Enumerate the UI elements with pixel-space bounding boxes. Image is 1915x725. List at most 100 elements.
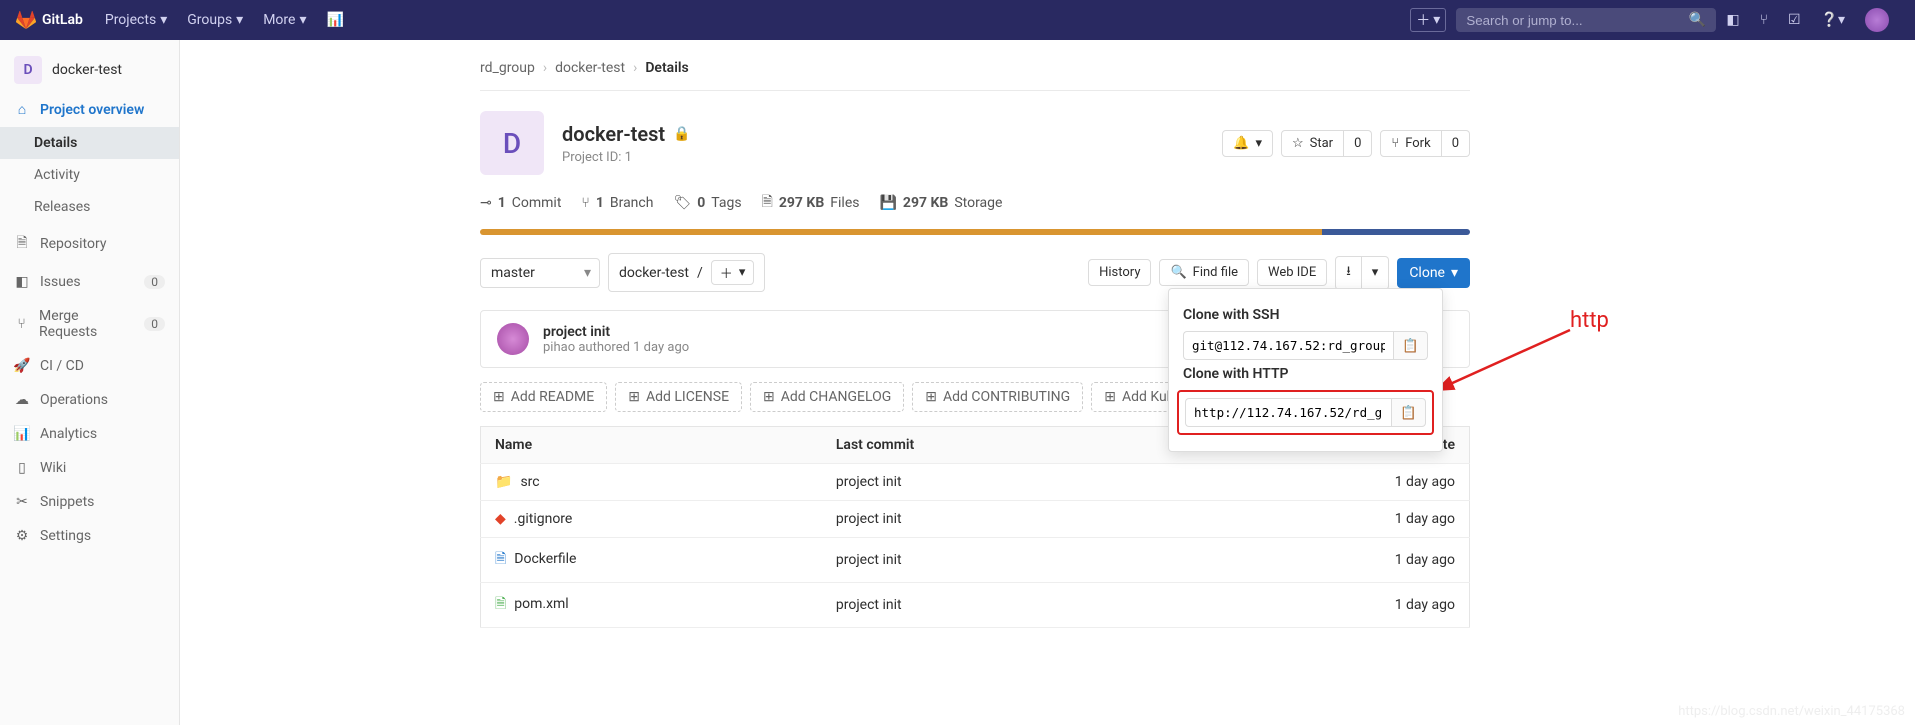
chart-icon: 📊 [14, 426, 30, 442]
fork-icon: ⑂ [1391, 136, 1399, 151]
breadcrumb: rd_group › docker-test › Details [480, 54, 1470, 91]
chevron-down-icon: ▾ [299, 12, 306, 28]
history-button[interactable]: History [1088, 259, 1151, 286]
web-ide-button[interactable]: Web IDE [1257, 259, 1327, 286]
scissors-icon: ✂ [14, 494, 30, 510]
file-name[interactable]: .gitignore [514, 511, 573, 527]
sidebar-item-issues[interactable]: ◧Issues0 [0, 265, 179, 299]
stat-files[interactable]: 🗎297 KBFiles [762, 191, 860, 215]
sidebar-item-cicd[interactable]: 🚀CI / CD [0, 349, 179, 383]
files-table: Name Last commit Last update 📁srcproject… [480, 426, 1470, 628]
copy-ssh-button[interactable]: 📋 [1393, 331, 1428, 360]
add-to-tree-button[interactable]: ＋ ▾ [711, 260, 755, 285]
table-row[interactable]: 📁srcproject init1 day ago [481, 464, 1470, 501]
table-row[interactable]: 🗎Dockerfileproject init1 day ago [481, 538, 1470, 583]
search-icon: 🔍 [1689, 12, 1706, 28]
clone-button[interactable]: Clone ▾ [1397, 258, 1470, 288]
issues-shortcut[interactable]: ◧ [1716, 0, 1749, 40]
sidebar-item-overview[interactable]: ⌂Project overview [0, 92, 179, 127]
col-name: Name [481, 427, 822, 464]
find-file-button[interactable]: 🔍Find file [1159, 259, 1249, 286]
sidebar-sub-releases[interactable]: Releases [0, 191, 179, 223]
branch-select[interactable]: master [480, 258, 600, 288]
file-commit[interactable]: project init [822, 464, 1152, 501]
issues-count: 0 [144, 275, 165, 289]
user-menu[interactable] [1855, 0, 1899, 40]
add-contributing[interactable]: ⊞Add CONTRIBUTING [912, 382, 1083, 412]
sidebar-project-header[interactable]: D docker-test [0, 48, 179, 92]
merge-icon: ⑂ [1760, 12, 1768, 28]
notifications-button[interactable]: 🔔▾ [1222, 130, 1273, 157]
sidebar-sub-details[interactable]: Details [0, 127, 179, 159]
annotation-label: http [1570, 308, 1609, 333]
project-stats: ⊸1Commit ⑂1Branch 🏷0Tags 🗎297 KBFiles 💾2… [480, 191, 1470, 229]
copy-http-button[interactable]: 📋 [1391, 398, 1426, 427]
global-search[interactable]: 🔍 [1456, 8, 1716, 32]
stat-tags[interactable]: 🏷0Tags [673, 195, 741, 211]
download-menu[interactable]: ▾ [1362, 256, 1390, 290]
project-badge: D [14, 56, 42, 84]
download-button[interactable]: ⭳ [1335, 256, 1362, 290]
project-name: docker-test [52, 62, 122, 78]
file-commit[interactable]: project init [822, 538, 1152, 583]
mrs-shortcut[interactable]: ⑂ [1750, 0, 1778, 40]
plus-icon: ＋ [720, 263, 733, 282]
file-commit[interactable]: project init [822, 583, 1152, 628]
commit-title[interactable]: project init [543, 324, 689, 340]
content-area: rd_group › docker-test › Details D docke… [180, 40, 1915, 725]
file-type-icon: ◆ [495, 511, 506, 527]
todos-shortcut[interactable]: ☑ [1778, 0, 1811, 40]
sidebar-item-mrs[interactable]: ⑂Merge Requests0 [0, 299, 179, 349]
nav-more[interactable]: More ▾ [253, 0, 316, 40]
gitlab-logo[interactable]: GitLab [16, 10, 83, 30]
nav-milestones[interactable]: 📊 [316, 0, 353, 40]
new-menu[interactable]: ＋▾ [1400, 0, 1456, 40]
stat-storage[interactable]: 💾297 KBStorage [879, 195, 1002, 211]
fork-count[interactable]: 0 [1442, 130, 1470, 157]
search-input[interactable] [1466, 13, 1689, 28]
stat-commits[interactable]: ⊸1Commit [480, 195, 561, 211]
clone-dropdown: Clone with SSH 📋 Clone with HTTP 📋 [1168, 288, 1443, 452]
table-row[interactable]: 🗎pom.xmlproject init1 day ago [481, 583, 1470, 628]
copy-icon: 📋 [1402, 338, 1419, 353]
sidebar-item-settings[interactable]: ⚙Settings [0, 519, 179, 553]
star-count[interactable]: 0 [1344, 130, 1372, 157]
nav-groups[interactable]: Groups ▾ [177, 0, 253, 40]
file-name[interactable]: pom.xml [514, 596, 568, 612]
help-menu[interactable]: ❔▾ [1811, 0, 1855, 40]
chevron-down-icon: ▾ [1433, 12, 1440, 28]
nav-projects[interactable]: Projects ▾ [95, 0, 177, 40]
stat-branches[interactable]: ⑂1Branch [581, 195, 653, 211]
sidebar-sub-activity[interactable]: Activity [0, 159, 179, 191]
sidebar-item-repository[interactable]: 🗎Repository [0, 223, 179, 265]
sidebar-item-operations[interactable]: ☁Operations [0, 383, 179, 417]
file-commit[interactable]: project init [822, 501, 1152, 538]
clone-http-input[interactable] [1185, 398, 1391, 427]
path-project[interactable]: docker-test [619, 265, 689, 281]
breadcrumb-group[interactable]: rd_group [480, 60, 535, 76]
file-name[interactable]: src [520, 474, 539, 490]
table-row[interactable]: ◆.gitignoreproject init1 day ago [481, 501, 1470, 538]
add-license[interactable]: ⊞Add LICENSE [615, 382, 742, 412]
help-icon: ❔ [1821, 12, 1838, 28]
branch-icon: ⑂ [581, 195, 589, 211]
file-update: 1 day ago [1152, 583, 1470, 628]
commit-icon: ⊸ [480, 195, 492, 211]
chevron-down-icon: ▾ [1838, 12, 1845, 28]
sidebar-item-analytics[interactable]: 📊Analytics [0, 417, 179, 451]
chevron-right-icon: › [543, 60, 547, 76]
issues-icon: ◧ [1726, 12, 1739, 28]
tag-icon: 🏷 [673, 195, 691, 211]
file-name[interactable]: Dockerfile [514, 551, 576, 567]
sidebar-item-wiki[interactable]: ▯Wiki [0, 451, 179, 485]
add-readme[interactable]: ⊞Add README [480, 382, 607, 412]
star-button[interactable]: ☆Star [1281, 130, 1344, 157]
project-id: Project ID: 1 [562, 150, 691, 165]
chevron-down-icon: ▾ [1451, 265, 1458, 281]
sidebar-item-snippets[interactable]: ✂Snippets [0, 485, 179, 519]
breadcrumb-project[interactable]: docker-test [555, 60, 625, 76]
fork-button[interactable]: ⑂Fork [1380, 130, 1441, 157]
add-changelog[interactable]: ⊞Add CHANGELOG [750, 382, 904, 412]
col-commit: Last commit [822, 427, 1152, 464]
clone-ssh-input[interactable] [1183, 331, 1393, 360]
